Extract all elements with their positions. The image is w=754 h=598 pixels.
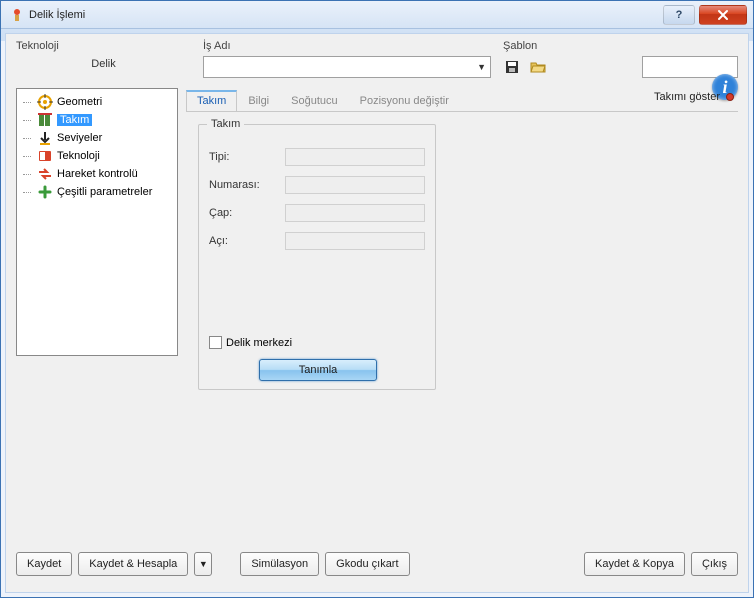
number-value: [285, 176, 425, 194]
technology-value: Delik: [16, 58, 191, 70]
gcode-button[interactable]: Gkodu çıkart: [325, 552, 409, 576]
nav-tree: Geometri Takım Seviyeler: [16, 88, 178, 356]
book-icon: [37, 148, 53, 164]
bottom-bar: Kaydet Kaydet & Hesapla ▼ Simülasyon Gko…: [6, 546, 748, 592]
checkbox-icon: [209, 336, 222, 349]
floppy-disk-icon: [504, 59, 520, 75]
field-row-diameter: Çap:: [209, 199, 425, 227]
save-button[interactable]: Kaydet: [16, 552, 72, 576]
tab-row: Takım Bilgi Soğutucu Pozisyonu değiştir …: [186, 88, 738, 112]
tree-label: Geometri: [57, 96, 102, 108]
tab-tool[interactable]: Takım: [186, 90, 237, 111]
plus-icon: [37, 184, 53, 200]
window-title: Delik İşlemi: [9, 7, 657, 23]
template-open-button[interactable]: [529, 58, 547, 76]
down-arrow-icon: [37, 130, 53, 146]
hole-center-checkbox-row[interactable]: Delik merkezi: [209, 336, 292, 349]
job-name-block: İş Adı ▼: [203, 40, 491, 78]
tree-item-tool[interactable]: Takım: [19, 111, 175, 129]
app-icon: [9, 7, 25, 23]
angle-value: [285, 232, 425, 250]
technology-block: Teknoloji Delik: [16, 40, 191, 78]
tree-item-technology[interactable]: Teknoloji: [19, 147, 175, 165]
tool-icon: [37, 112, 53, 128]
client-area: Teknoloji Delik İş Adı ▼ Şablon: [5, 33, 749, 593]
template-block: Şablon: [503, 40, 738, 78]
tab-change-position[interactable]: Pozisyonu değiştir: [349, 91, 460, 111]
hole-center-label: Delik merkezi: [226, 337, 292, 349]
field-row-type: Tipi:: [209, 143, 425, 171]
tree-item-geometry[interactable]: Geometri: [19, 93, 175, 111]
title-bar: Delik İşlemi ?: [1, 1, 753, 29]
diameter-value: [285, 204, 425, 222]
define-button[interactable]: Tanımla: [259, 359, 377, 381]
technology-label: Teknoloji: [16, 40, 191, 52]
tree-label: Takım: [57, 114, 92, 126]
tool-groupbox: Takım Tipi: Numarası: Çap: Açı:: [198, 124, 436, 390]
tree-label: Seviyeler: [57, 132, 102, 144]
chevron-down-icon: ▼: [477, 62, 486, 72]
simulate-button[interactable]: Simülasyon: [240, 552, 319, 576]
tree-label: Teknoloji: [57, 150, 100, 162]
number-label: Numarası:: [209, 179, 285, 191]
exit-button[interactable]: Çıkış: [691, 552, 738, 576]
close-button[interactable]: [699, 5, 747, 25]
header-row: Teknoloji Delik İş Adı ▼ Şablon: [6, 34, 748, 82]
tree-label: Hareket kontrolü: [57, 168, 138, 180]
target-icon: [37, 94, 53, 110]
folder-open-icon: [530, 59, 546, 75]
tab-coolant[interactable]: Soğutucu: [280, 91, 348, 111]
close-icon: [717, 9, 729, 21]
type-value: [285, 148, 425, 166]
type-label: Tipi:: [209, 151, 285, 163]
dialog-window: Delik İşlemi ? Teknoloji Delik İş Adı ▼: [0, 0, 754, 598]
tab-info[interactable]: Bilgi: [237, 91, 280, 111]
group-title: Takım: [207, 118, 244, 130]
show-tool-toggle[interactable]: Takımı göster: [654, 91, 734, 103]
save-copy-button[interactable]: Kaydet & Kopya: [584, 552, 685, 576]
tree-item-misc-params[interactable]: Çeşitli parametreler: [19, 183, 175, 201]
tree-label: Çeşitli parametreler: [57, 186, 152, 198]
motion-icon: [37, 166, 53, 182]
template-label: Şablon: [503, 40, 738, 52]
field-row-angle: Açı:: [209, 227, 425, 255]
diameter-label: Çap:: [209, 207, 285, 219]
job-name-dropdown[interactable]: ▼: [203, 56, 491, 78]
save-calculate-button[interactable]: Kaydet & Hesapla: [78, 552, 188, 576]
template-save-button[interactable]: [503, 58, 521, 76]
angle-label: Açı:: [209, 235, 285, 247]
body-area: Geometri Takım Seviyeler: [6, 82, 748, 546]
titlebar-controls: ?: [663, 5, 747, 25]
show-tool-label: Takımı göster: [654, 91, 720, 103]
tree-item-levels[interactable]: Seviyeler: [19, 129, 175, 147]
status-indicator-icon: [726, 93, 734, 101]
tree-item-motion-control[interactable]: Hareket kontrolü: [19, 165, 175, 183]
job-name-label: İş Adı: [203, 40, 491, 52]
right-panel: Takım Bilgi Soğutucu Pozisyonu değiştir …: [186, 88, 738, 546]
window-title-text: Delik İşlemi: [29, 9, 85, 21]
help-button[interactable]: ?: [663, 5, 695, 25]
save-calculate-dropdown[interactable]: ▼: [194, 552, 212, 576]
field-row-number: Numarası:: [209, 171, 425, 199]
